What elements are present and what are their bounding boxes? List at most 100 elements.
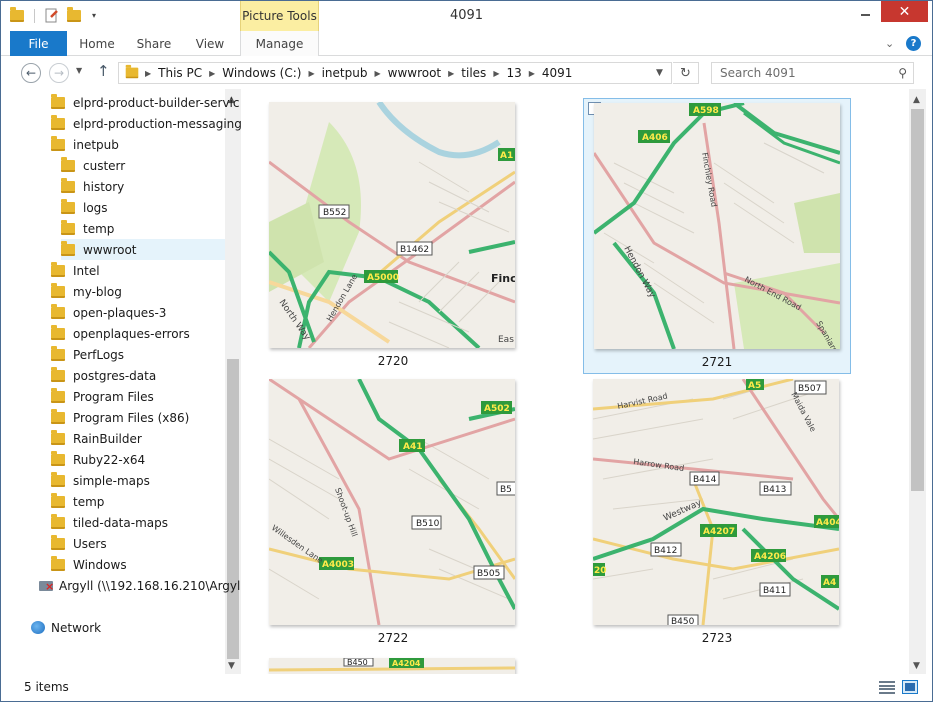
sidebar-item-label: wwwroot bbox=[83, 242, 137, 257]
tab-manage[interactable]: Manage bbox=[240, 31, 319, 56]
sidebar-item-label: Windows bbox=[73, 557, 127, 572]
sidebar-item-history[interactable]: history bbox=[61, 176, 124, 197]
chevron-right-icon[interactable]: ▶ bbox=[493, 69, 499, 78]
sidebar-item-wwwroot[interactable]: wwwroot bbox=[61, 239, 225, 260]
sidebar-item-openplaques-errors[interactable]: openplaques-errors bbox=[51, 323, 190, 344]
file-item[interactable]: A598 A406 Finchley Road Hendon Way North… bbox=[583, 98, 851, 374]
sidebar-item-inetpub[interactable]: inetpub bbox=[51, 134, 119, 155]
breadcrumb-windows-c[interactable]: Windows (C:) bbox=[222, 66, 301, 80]
help-icon[interactable]: ? bbox=[906, 36, 921, 51]
sidebar-item-label: simple-maps bbox=[73, 473, 150, 488]
folder-icon bbox=[51, 450, 65, 466]
map-tile-thumbnail: A502 A41 B510 B5 A4003 B505 Shoot-up Hil… bbox=[269, 379, 515, 625]
tab-share[interactable]: Share bbox=[134, 31, 174, 56]
folder-icon bbox=[51, 261, 65, 277]
tab-home[interactable]: Home bbox=[75, 31, 119, 56]
svg-text:B411: B411 bbox=[763, 586, 786, 596]
sidebar-item-open-plaques-3[interactable]: open-plaques-3 bbox=[51, 302, 166, 323]
sidebar-item-elprd-production-messaging[interactable]: elprd-production-messaging bbox=[51, 113, 241, 134]
sidebar-item-argyll-drive[interactable]: Argyll (\\192.168.16.210\ArgyllC bbox=[39, 575, 241, 596]
chevron-right-icon[interactable]: ▶ bbox=[448, 69, 454, 78]
file-item[interactable]: B450 A4204 bbox=[259, 655, 527, 674]
folder-icon bbox=[51, 303, 65, 319]
sidebar-item-program-files[interactable]: Program Files bbox=[51, 386, 154, 407]
folder-icon bbox=[51, 366, 65, 382]
sidebar-item-intel[interactable]: Intel bbox=[51, 260, 100, 281]
file-name: 2722 bbox=[377, 631, 409, 645]
sidebar-item-label: temp bbox=[83, 221, 115, 236]
recent-locations-icon[interactable]: ▼ bbox=[76, 66, 82, 75]
back-button[interactable]: ← bbox=[21, 63, 41, 83]
content-scrollbar-thumb[interactable] bbox=[911, 109, 924, 491]
svg-text:B414: B414 bbox=[693, 475, 717, 485]
tab-view[interactable]: View bbox=[191, 31, 229, 56]
tab-file[interactable]: File bbox=[10, 31, 67, 56]
chevron-right-icon[interactable]: ▶ bbox=[374, 69, 380, 78]
file-item[interactable]: A502 A41 B510 B5 A4003 B505 Shoot-up Hil… bbox=[259, 375, 527, 651]
folder-icon bbox=[61, 240, 75, 256]
breadcrumb-tiles[interactable]: tiles bbox=[461, 66, 486, 80]
svg-text:B450: B450 bbox=[347, 658, 368, 667]
sidebar-item-program-files-x86-[interactable]: Program Files (x86) bbox=[51, 407, 189, 428]
sidebar-item-perflogs[interactable]: PerfLogs bbox=[51, 344, 124, 365]
sidebar-item-simple-maps[interactable]: simple-maps bbox=[51, 470, 150, 491]
sidebar-item-postgres-data[interactable]: postgres-data bbox=[51, 365, 156, 386]
forward-button[interactable]: → bbox=[49, 63, 69, 83]
sidebar-item-ruby22-x64[interactable]: Ruby22-x64 bbox=[51, 449, 145, 470]
file-item[interactable]: A5 B507 Harvist Road Harrow Road Maida V… bbox=[583, 375, 851, 651]
address-dropdown-icon[interactable]: ▼ bbox=[656, 68, 663, 78]
sidebar-item-rainbuilder[interactable]: RainBuilder bbox=[51, 428, 142, 449]
sidebar-item-users[interactable]: Users bbox=[51, 533, 107, 554]
search-input[interactable] bbox=[720, 66, 890, 80]
breadcrumb-4091[interactable]: 4091 bbox=[542, 66, 573, 80]
search-icon[interactable]: ⚲ bbox=[898, 66, 907, 80]
sidebar-item-temp[interactable]: temp bbox=[51, 491, 104, 512]
large-icons-view-icon[interactable] bbox=[902, 680, 918, 694]
address-bar[interactable]: ▶ This PC ▶ Windows (C:) ▶ inetpub ▶ www… bbox=[118, 62, 672, 84]
chevron-right-icon[interactable]: ▶ bbox=[209, 69, 215, 78]
scroll-down-icon[interactable]: ▼ bbox=[913, 661, 920, 671]
nav-scrollbar-thumb[interactable] bbox=[227, 359, 239, 659]
address-row: ← → ▼ ↑ ▶ This PC ▶ Windows (C:) ▶ inetp… bbox=[1, 57, 932, 89]
chevron-right-icon[interactable]: ▶ bbox=[529, 69, 535, 78]
sidebar-item-logs[interactable]: logs bbox=[61, 197, 108, 218]
sidebar-item-label: history bbox=[83, 179, 125, 194]
sidebar-item-label: Argyll (\\192.168.16.210\ArgyllC bbox=[59, 578, 241, 593]
svg-text:B413: B413 bbox=[763, 485, 786, 495]
scroll-down-icon[interactable]: ▼ bbox=[228, 661, 235, 671]
breadcrumb-13[interactable]: 13 bbox=[506, 66, 521, 80]
refresh-icon[interactable]: ↻ bbox=[673, 62, 699, 84]
breadcrumb-this-pc[interactable]: This PC bbox=[158, 66, 202, 80]
ribbon-tabs: File Home Share View Manage ⌄ ? bbox=[1, 31, 932, 56]
breadcrumb-inetpub[interactable]: inetpub bbox=[322, 66, 368, 80]
svg-text:A4: A4 bbox=[823, 578, 836, 588]
sidebar-item-my-blog[interactable]: my-blog bbox=[51, 281, 122, 302]
scroll-up-icon[interactable]: ▲ bbox=[913, 95, 920, 105]
sidebar-item-tiled-data-maps[interactable]: tiled-data-maps bbox=[51, 512, 168, 533]
details-view-icon[interactable] bbox=[879, 681, 895, 694]
sidebar-item-network[interactable]: Network bbox=[31, 617, 101, 638]
minimize-button[interactable] bbox=[853, 1, 878, 22]
sidebar-item-elprd-product-builder-servic[interactable]: elprd-product-builder-servic bbox=[51, 92, 239, 113]
breadcrumb-wwwroot[interactable]: wwwroot bbox=[388, 66, 442, 80]
chevron-right-icon[interactable]: ▶ bbox=[308, 69, 314, 78]
sidebar-item-custerr[interactable]: custerr bbox=[61, 155, 125, 176]
sidebar-item-temp[interactable]: temp bbox=[61, 218, 114, 239]
up-arrow-icon[interactable]: ↑ bbox=[97, 62, 110, 80]
file-item[interactable]: B552 B1462 A5000 A1 Finc Eas Hendon Lane… bbox=[259, 98, 527, 374]
close-button[interactable]: ✕ bbox=[881, 1, 928, 22]
folder-icon bbox=[51, 471, 65, 487]
folder-icon bbox=[125, 64, 139, 79]
expand-ribbon-icon[interactable]: ⌄ bbox=[885, 37, 894, 50]
navigation-pane: ▲ ▼ elprd-product-builder-servic elprd-pr… bbox=[1, 89, 241, 674]
folder-icon bbox=[51, 387, 65, 403]
sidebar-item-label: logs bbox=[83, 200, 108, 215]
folder-icon bbox=[61, 219, 75, 235]
sidebar-item-label: PerfLogs bbox=[73, 347, 125, 362]
sidebar-item-windows[interactable]: Windows bbox=[51, 554, 127, 575]
svg-text:B505: B505 bbox=[477, 569, 500, 579]
chevron-right-icon[interactable]: ▶ bbox=[145, 69, 151, 78]
folder-icon bbox=[51, 93, 65, 109]
search-box[interactable]: ⚲ bbox=[711, 62, 914, 84]
sidebar-item-label: openplaques-errors bbox=[73, 326, 190, 341]
